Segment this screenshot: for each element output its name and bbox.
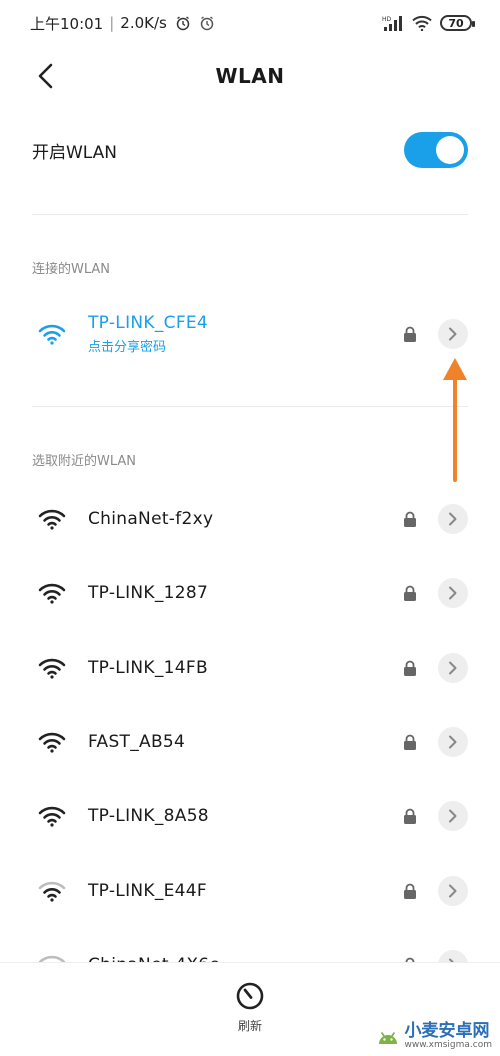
wifi-signal-icon [38, 509, 66, 530]
lock-icon [404, 808, 416, 825]
android-logo-icon [378, 1031, 397, 1044]
wifi-signal-icon [38, 732, 66, 753]
network-name: ChinaNet-f2xy [88, 509, 214, 529]
nearby-section-title: 选取附近的WLAN [32, 454, 137, 469]
refresh-label: 刷新 [237, 1019, 262, 1033]
alarm-icon [176, 16, 190, 31]
connected-network-row[interactable]: TP-LINK_CFE4 点击分享密码 [0, 303, 500, 365]
battery-icon: 70 [440, 15, 475, 31]
refresh-icon [236, 982, 264, 1010]
lock-icon [404, 883, 416, 899]
hd-signal-icon: HD [382, 16, 402, 31]
network-detail-button[interactable] [438, 319, 468, 349]
network-detail-button[interactable] [438, 504, 468, 534]
chevron-right-icon [449, 661, 457, 675]
status-speed: 2.0K/s [120, 14, 167, 32]
status-time: 上午10:01 [30, 14, 104, 33]
network-row[interactable]: TP-LINK_E44F [0, 860, 500, 922]
back-button[interactable] [28, 58, 64, 94]
network-name: TP-LINK_E44F [88, 880, 207, 901]
wifi-signal-icon [38, 881, 66, 902]
lock-icon [404, 326, 416, 342]
watermark-url: www.xmsigma.com [404, 1040, 492, 1050]
network-text: FAST_AB54 [88, 732, 185, 752]
divider [32, 214, 468, 215]
connected-section-title: 连接的WLAN [32, 262, 111, 277]
chevron-right-icon [449, 809, 457, 823]
wifi-signal-icon [38, 584, 66, 604]
header: WLAN [0, 46, 500, 106]
network-name: TP-LINK_14FB [88, 657, 208, 678]
wifi-icon [412, 15, 432, 31]
share-password-link[interactable]: 点击分享密码 [88, 336, 208, 355]
chevron-right-icon [449, 512, 457, 526]
chevron-right-icon [449, 884, 457, 897]
watermark: 小麦安卓网 www.xmsigma.com [375, 1023, 492, 1050]
status-right: HD 70 [382, 15, 475, 31]
bottom-bar: 刷新 小麦安卓网 www.xmsigma.com [0, 962, 500, 1056]
network-detail-button[interactable] [438, 578, 468, 609]
network-text: TP-LINK_E44F [88, 881, 207, 901]
network-text: TP-LINK_14FB [88, 658, 208, 678]
chevron-right-icon [449, 586, 457, 600]
status-left: 上午10:01 | 2.0K/s [30, 13, 215, 34]
annotation-arrow-icon [443, 358, 467, 482]
toggle-knob [436, 136, 464, 164]
watermark-text: 小麦安卓网 [404, 1021, 490, 1041]
lock-icon [404, 660, 416, 676]
wifi-signal-icon [38, 324, 66, 345]
wifi-signal-icon [38, 658, 66, 679]
page-title: WLAN [215, 64, 285, 88]
network-detail-button[interactable] [438, 875, 468, 906]
lock-icon [404, 734, 416, 750]
wifi-signal-icon [38, 806, 66, 827]
network-row[interactable]: TP-LINK_14FB [0, 637, 500, 699]
network-row[interactable]: TP-LINK_8A58 [0, 785, 500, 847]
network-row[interactable]: FAST_AB54 [0, 711, 500, 773]
divider [32, 406, 468, 407]
wlan-toggle-label: 开启WLAN [32, 142, 118, 163]
status-bar: 上午10:01 | 2.0K/s HD 70 [0, 0, 500, 46]
network-text: TP-LINK_CFE4 点击分享密码 [88, 313, 208, 355]
network-name: TP-LINK_1287 [88, 583, 209, 604]
chevron-right-icon [449, 735, 457, 749]
network-text: ChinaNet-f2xy [88, 509, 213, 529]
network-detail-button[interactable] [438, 652, 468, 683]
network-name: TP-LINK_8A58 [88, 806, 209, 827]
back-arrow-icon [38, 63, 53, 89]
network-row[interactable]: TP-LINK_1287 [0, 562, 500, 624]
chevron-right-icon [449, 327, 457, 341]
network-name: TP-LINK_CFE4 [88, 313, 209, 333]
svg-text:HD: HD [382, 16, 392, 23]
alarm-icon [200, 16, 214, 31]
network-text: TP-LINK_1287 [88, 583, 208, 603]
lock-icon [404, 585, 416, 602]
wlan-toggle-row: 开启WLAN [0, 120, 500, 180]
lock-icon [404, 511, 416, 527]
network-detail-button[interactable] [438, 801, 468, 832]
network-text: TP-LINK_8A58 [88, 806, 209, 826]
network-name: FAST_AB54 [88, 731, 186, 752]
wlan-toggle-switch[interactable] [404, 132, 468, 168]
network-row[interactable]: ChinaNet-f2xy [0, 488, 500, 550]
network-detail-button[interactable] [438, 726, 468, 757]
refresh-button[interactable]: 刷新 [220, 981, 280, 1041]
